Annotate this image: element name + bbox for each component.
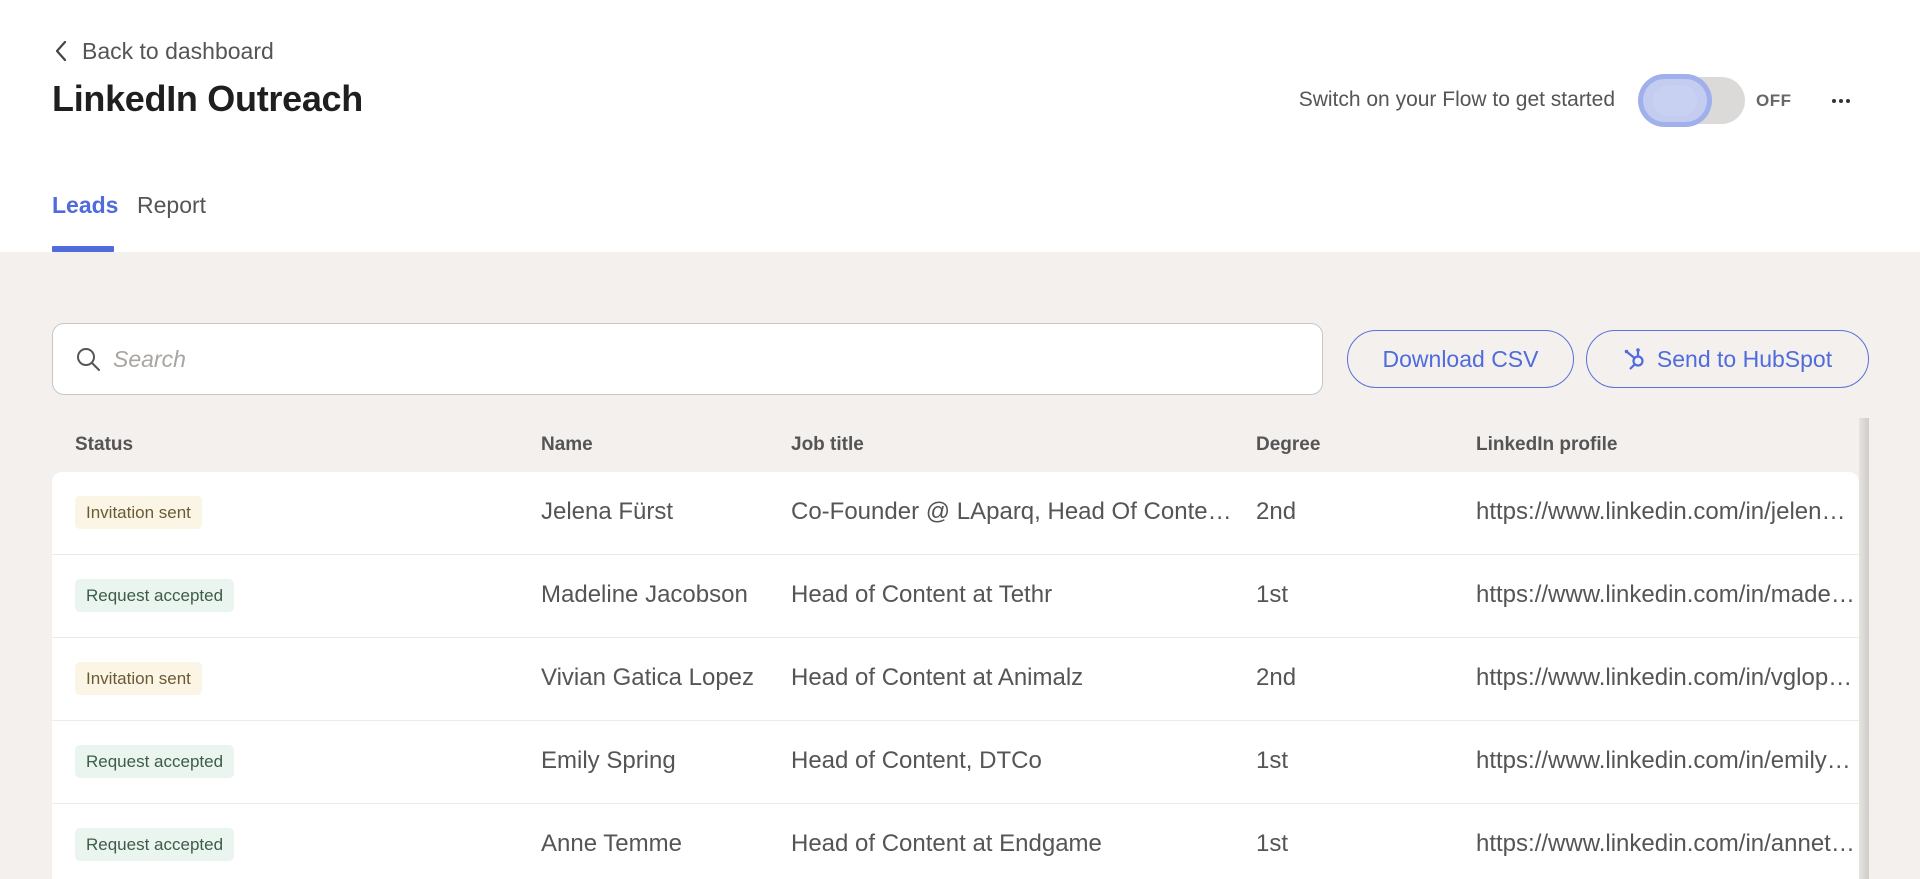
status-badge: Invitation sent xyxy=(75,662,202,695)
lead-linkedin-link[interactable]: https://www.linkedin.com/in/annet… xyxy=(1476,830,1858,858)
lead-linkedin-link[interactable]: https://www.linkedin.com/in/vglop… xyxy=(1476,664,1858,692)
toggle-knob xyxy=(1643,79,1707,122)
more-options-icon[interactable] xyxy=(1826,86,1856,116)
lead-job-title: Co-Founder @ LAparq, Head Of Conte… xyxy=(791,498,1232,525)
table-row[interactable]: Invitation sent Jelena Fürst Co-Founder @ … xyxy=(52,472,1859,555)
tab-leads[interactable]: Leads xyxy=(52,192,118,219)
lead-name: Anne Temme xyxy=(541,830,682,857)
status-badge: Request accepted xyxy=(75,745,235,778)
leads-table: Status Name Job title Degree LinkedIn pr… xyxy=(52,418,1869,879)
lead-job-title: Head of Content, DTCo xyxy=(791,747,1042,774)
column-header-linkedin-profile[interactable]: LinkedIn profile xyxy=(1476,434,1617,456)
status-badge: Request accepted xyxy=(75,579,235,612)
flow-toggle[interactable] xyxy=(1639,77,1745,124)
flow-hint-text: Switch on your Flow to get started xyxy=(1298,88,1615,111)
table-row[interactable]: Request accepted Anne Temme Head of Conten… xyxy=(52,804,1859,879)
back-to-dashboard-link[interactable]: Back to dashboard xyxy=(54,36,274,66)
column-header-degree[interactable]: Degree xyxy=(1256,434,1320,456)
lead-job-title: Head of Content at Tethr xyxy=(791,581,1053,608)
hubspot-icon xyxy=(1624,348,1644,370)
table-body: Invitation sent Jelena Fürst Co-Founder @ … xyxy=(52,472,1859,879)
page-header: Back to dashboard LinkedIn Outreach Swit… xyxy=(0,0,1920,252)
toggle-state-label: OFF xyxy=(1756,91,1792,110)
active-tab-indicator xyxy=(52,246,114,252)
send-hubspot-label: Send to HubSpot xyxy=(1656,345,1833,372)
search-input[interactable] xyxy=(113,345,1263,373)
lead-degree: 1st xyxy=(1256,581,1289,608)
download-csv-button[interactable]: Download CSV xyxy=(1347,330,1574,388)
lead-linkedin-link[interactable]: https://www.linkedin.com/in/emily… xyxy=(1476,747,1858,775)
lead-name: Jelena Fürst xyxy=(541,498,674,525)
column-header-status[interactable]: Status xyxy=(75,434,133,456)
back-label: Back to dashboard xyxy=(82,37,274,64)
table-row[interactable]: Request accepted Emily Spring Head of Cont… xyxy=(52,721,1859,804)
lead-degree: 2nd xyxy=(1256,664,1297,691)
lead-name: Vivian Gatica Lopez xyxy=(541,664,755,691)
tab-report[interactable]: Report xyxy=(137,192,206,219)
table-header: Status Name Job title Degree LinkedIn pr… xyxy=(52,418,1869,472)
table-row[interactable]: Request accepted Madeline Jacobson Head of… xyxy=(52,555,1859,638)
lead-degree: 2nd xyxy=(1256,498,1297,525)
status-badge: Invitation sent xyxy=(75,496,202,529)
lead-degree: 1st xyxy=(1256,830,1289,857)
lead-name: Madeline Jacobson xyxy=(541,581,748,608)
send-to-hubspot-button[interactable]: Send to HubSpot xyxy=(1586,330,1869,388)
status-badge: Request accepted xyxy=(75,828,235,861)
lead-name: Emily Spring xyxy=(541,747,676,774)
lead-degree: 1st xyxy=(1256,747,1289,774)
table-row[interactable]: Invitation sent Vivian Gatica Lopez Head o… xyxy=(52,638,1859,721)
column-header-name[interactable]: Name xyxy=(541,434,593,456)
lead-linkedin-link[interactable]: https://www.linkedin.com/in/madeli… xyxy=(1476,581,1858,609)
page-title: LinkedIn Outreach xyxy=(52,78,363,119)
column-header-job-title[interactable]: Job title xyxy=(791,434,864,456)
search-box[interactable] xyxy=(52,323,1323,395)
lead-linkedin-link[interactable]: https://www.linkedin.com/in/jelena… xyxy=(1476,498,1858,526)
lead-job-title: Head of Content at Animalz xyxy=(791,664,1084,691)
search-icon xyxy=(77,348,100,371)
chevron-left-icon xyxy=(55,40,67,62)
horizontal-scroll-shadow xyxy=(1859,418,1869,879)
lead-job-title: Head of Content at Endgame xyxy=(791,830,1102,857)
